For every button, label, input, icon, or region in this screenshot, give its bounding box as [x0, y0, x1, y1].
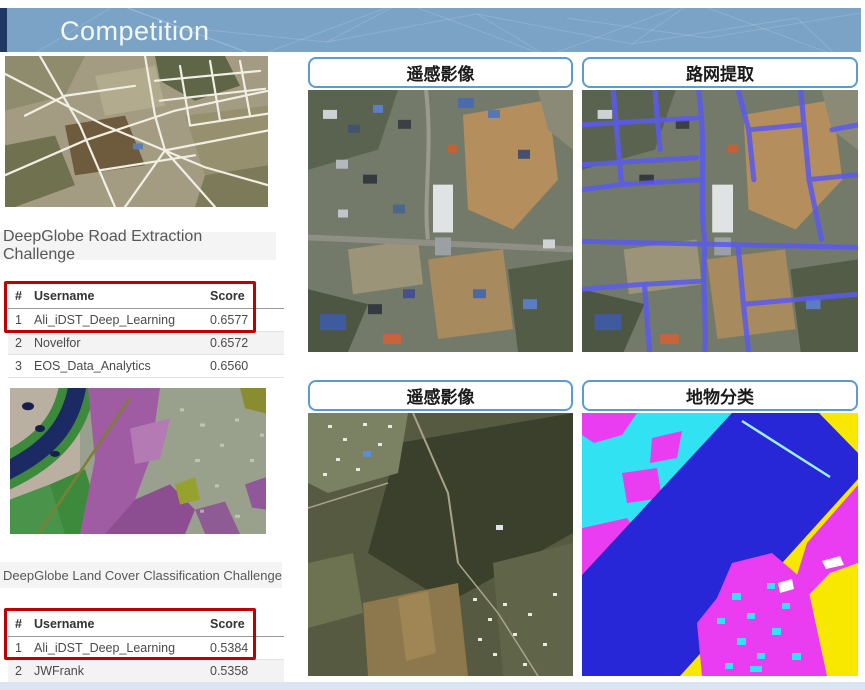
urban-satellite-image — [308, 90, 573, 352]
rural-satellite-image — [308, 413, 573, 676]
header-bar: Competition — [7, 8, 861, 52]
landcover-classification-label: 地物分类 — [582, 380, 858, 411]
landcover-sample-image — [10, 388, 266, 534]
score-cell: 0.5358 — [210, 659, 284, 683]
winner-highlight-box — [4, 281, 256, 333]
landcover-classification-map — [582, 413, 858, 676]
remote-sensing-image-label: 遥感影像 — [308, 57, 573, 88]
username-cell: Novelfor — [34, 331, 210, 355]
page-title: Competition — [60, 16, 210, 46]
footer-strip — [0, 682, 865, 690]
username-cell: EOS_Data_Analytics — [34, 354, 210, 378]
username-cell: JWFrank — [34, 659, 210, 683]
landcover-challenge-title: DeepGlobe Land Cover Classification Chal… — [0, 562, 282, 588]
road-network-extraction-label: 路网提取 — [582, 57, 858, 88]
remote-sensing-image-label: 遥感影像 — [308, 380, 573, 411]
header-accent-strip — [0, 8, 7, 52]
rank-cell: 2 — [8, 659, 34, 683]
rank-cell: 3 — [8, 354, 34, 378]
road-extraction-sample-image — [5, 56, 268, 207]
road-network-extraction-image — [582, 90, 858, 352]
score-cell: 0.6560 — [210, 354, 284, 378]
competition-slide: Competition DeepGlobe Road Extraction Ch… — [0, 0, 865, 690]
road-challenge-title: DeepGlobe Road Extraction Challenge — [0, 228, 276, 263]
score-cell: 0.6572 — [210, 331, 284, 355]
table-row: 2 JWFrank 0.5358 — [8, 659, 284, 683]
winner-highlight-box — [4, 608, 256, 660]
rank-cell: 2 — [8, 331, 34, 355]
table-row: 3 EOS_Data_Analytics 0.6560 — [8, 354, 284, 378]
table-row: 2 Novelfor 0.6572 — [8, 331, 284, 355]
